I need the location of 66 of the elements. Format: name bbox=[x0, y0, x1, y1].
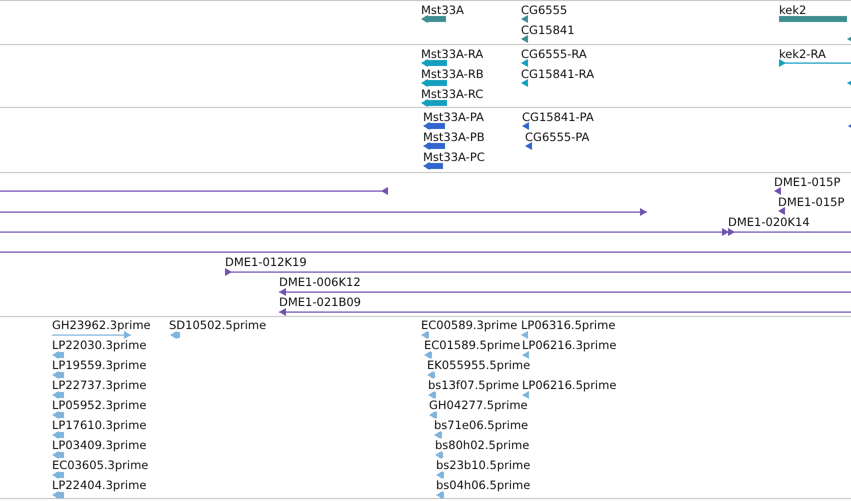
feature-glyph[interactable] bbox=[525, 141, 532, 151]
feature-label: bs23b10.5prime bbox=[436, 458, 530, 472]
feature-label: EC00589.3prime bbox=[421, 318, 518, 332]
feature-glyph[interactable] bbox=[421, 98, 447, 108]
feature-label: kek2 bbox=[779, 3, 806, 17]
feature-label: CG15841-PA bbox=[522, 110, 594, 124]
feature-label: LP22030.3prime bbox=[52, 338, 146, 352]
feature-label: LP05952.3prime bbox=[52, 398, 146, 412]
feature-label: EC03605.3prime bbox=[52, 458, 148, 472]
feature-glyph[interactable] bbox=[779, 58, 851, 68]
feature-label: Mst33A-RA bbox=[421, 47, 484, 61]
feature-label: LP06216.5prime bbox=[522, 378, 616, 392]
feature-glyph[interactable] bbox=[522, 121, 529, 131]
feature-label: Mst33A-RC bbox=[421, 87, 484, 101]
feature-label: Mst33A-PC bbox=[423, 150, 485, 164]
feature-label: DME1-006K12 bbox=[279, 275, 361, 289]
feature-glyph[interactable] bbox=[225, 267, 851, 277]
feature-glyph[interactable] bbox=[521, 14, 528, 24]
feature-label: EK055955.5prime bbox=[427, 358, 530, 372]
feature-glyph[interactable] bbox=[521, 34, 528, 44]
feature-label: LP22737.3prime bbox=[52, 378, 146, 392]
feature-label: bs13f07.5prime bbox=[428, 378, 520, 392]
feature-label: GH23962.3prime bbox=[52, 318, 151, 332]
feature-glyph[interactable] bbox=[423, 161, 443, 171]
feature-glyph[interactable] bbox=[423, 141, 445, 151]
feature-label: SD10502.5prime bbox=[169, 318, 266, 332]
feature-glyph[interactable] bbox=[421, 58, 447, 68]
feature-glyph[interactable] bbox=[521, 78, 528, 88]
feature-label: kek2-RA bbox=[779, 47, 826, 61]
feature-label: CG6555 bbox=[521, 3, 568, 17]
feature-label: GH04277.5prime bbox=[429, 398, 528, 412]
feature-glyph[interactable] bbox=[279, 307, 851, 317]
feature-label: Mst33A-RB bbox=[421, 67, 484, 81]
feature-label: DME1-020K14 bbox=[728, 215, 810, 229]
feature-label: EC01589.5prime bbox=[424, 338, 520, 352]
feature-label: CG15841 bbox=[521, 23, 575, 37]
feature-label: DME1-012K19 bbox=[225, 255, 307, 269]
feature-glyph[interactable] bbox=[0, 227, 729, 237]
feature-label: DME1-015P bbox=[774, 175, 840, 189]
feature-label: CG6555-RA bbox=[521, 47, 587, 61]
feature-label: DME1-021B09 bbox=[279, 295, 361, 309]
feature-label: Mst33A bbox=[421, 3, 464, 17]
feature-label: LP06316.5prime bbox=[521, 318, 616, 332]
feature-label: bs71e06.5prime bbox=[434, 418, 528, 432]
feature-label: CG15841-RA bbox=[521, 67, 594, 81]
feature-glyph[interactable] bbox=[279, 287, 851, 297]
feature-label: Mst33A-PA bbox=[423, 110, 484, 124]
feature-label: DME1-015P bbox=[778, 195, 844, 209]
feature-label: Mst33A-PB bbox=[423, 130, 485, 144]
feature-label: LP19559.3prime bbox=[52, 358, 146, 372]
feature-label: CG6555-PA bbox=[525, 130, 590, 144]
feature-glyph[interactable] bbox=[0, 207, 647, 217]
feature-label: bs04h06.5prime bbox=[436, 478, 530, 492]
feature-glyph[interactable] bbox=[423, 121, 445, 131]
feature-label: LP22404.3prime bbox=[52, 478, 146, 492]
feature-glyph[interactable] bbox=[774, 186, 781, 196]
feature-label: LP03409.3prime bbox=[52, 438, 146, 452]
feature-glyph[interactable] bbox=[0, 186, 388, 196]
feature-glyph[interactable] bbox=[728, 227, 851, 237]
feature-glyph[interactable] bbox=[421, 78, 447, 88]
feature-label: LP06216.3prime bbox=[522, 338, 616, 352]
feature-label: LP17610.3prime bbox=[52, 418, 146, 432]
feature-glyph[interactable] bbox=[521, 58, 528, 68]
feature-glyph[interactable] bbox=[778, 206, 785, 216]
feature-label: bs80h02.5prime bbox=[435, 438, 530, 452]
feature-glyph[interactable] bbox=[421, 14, 446, 24]
